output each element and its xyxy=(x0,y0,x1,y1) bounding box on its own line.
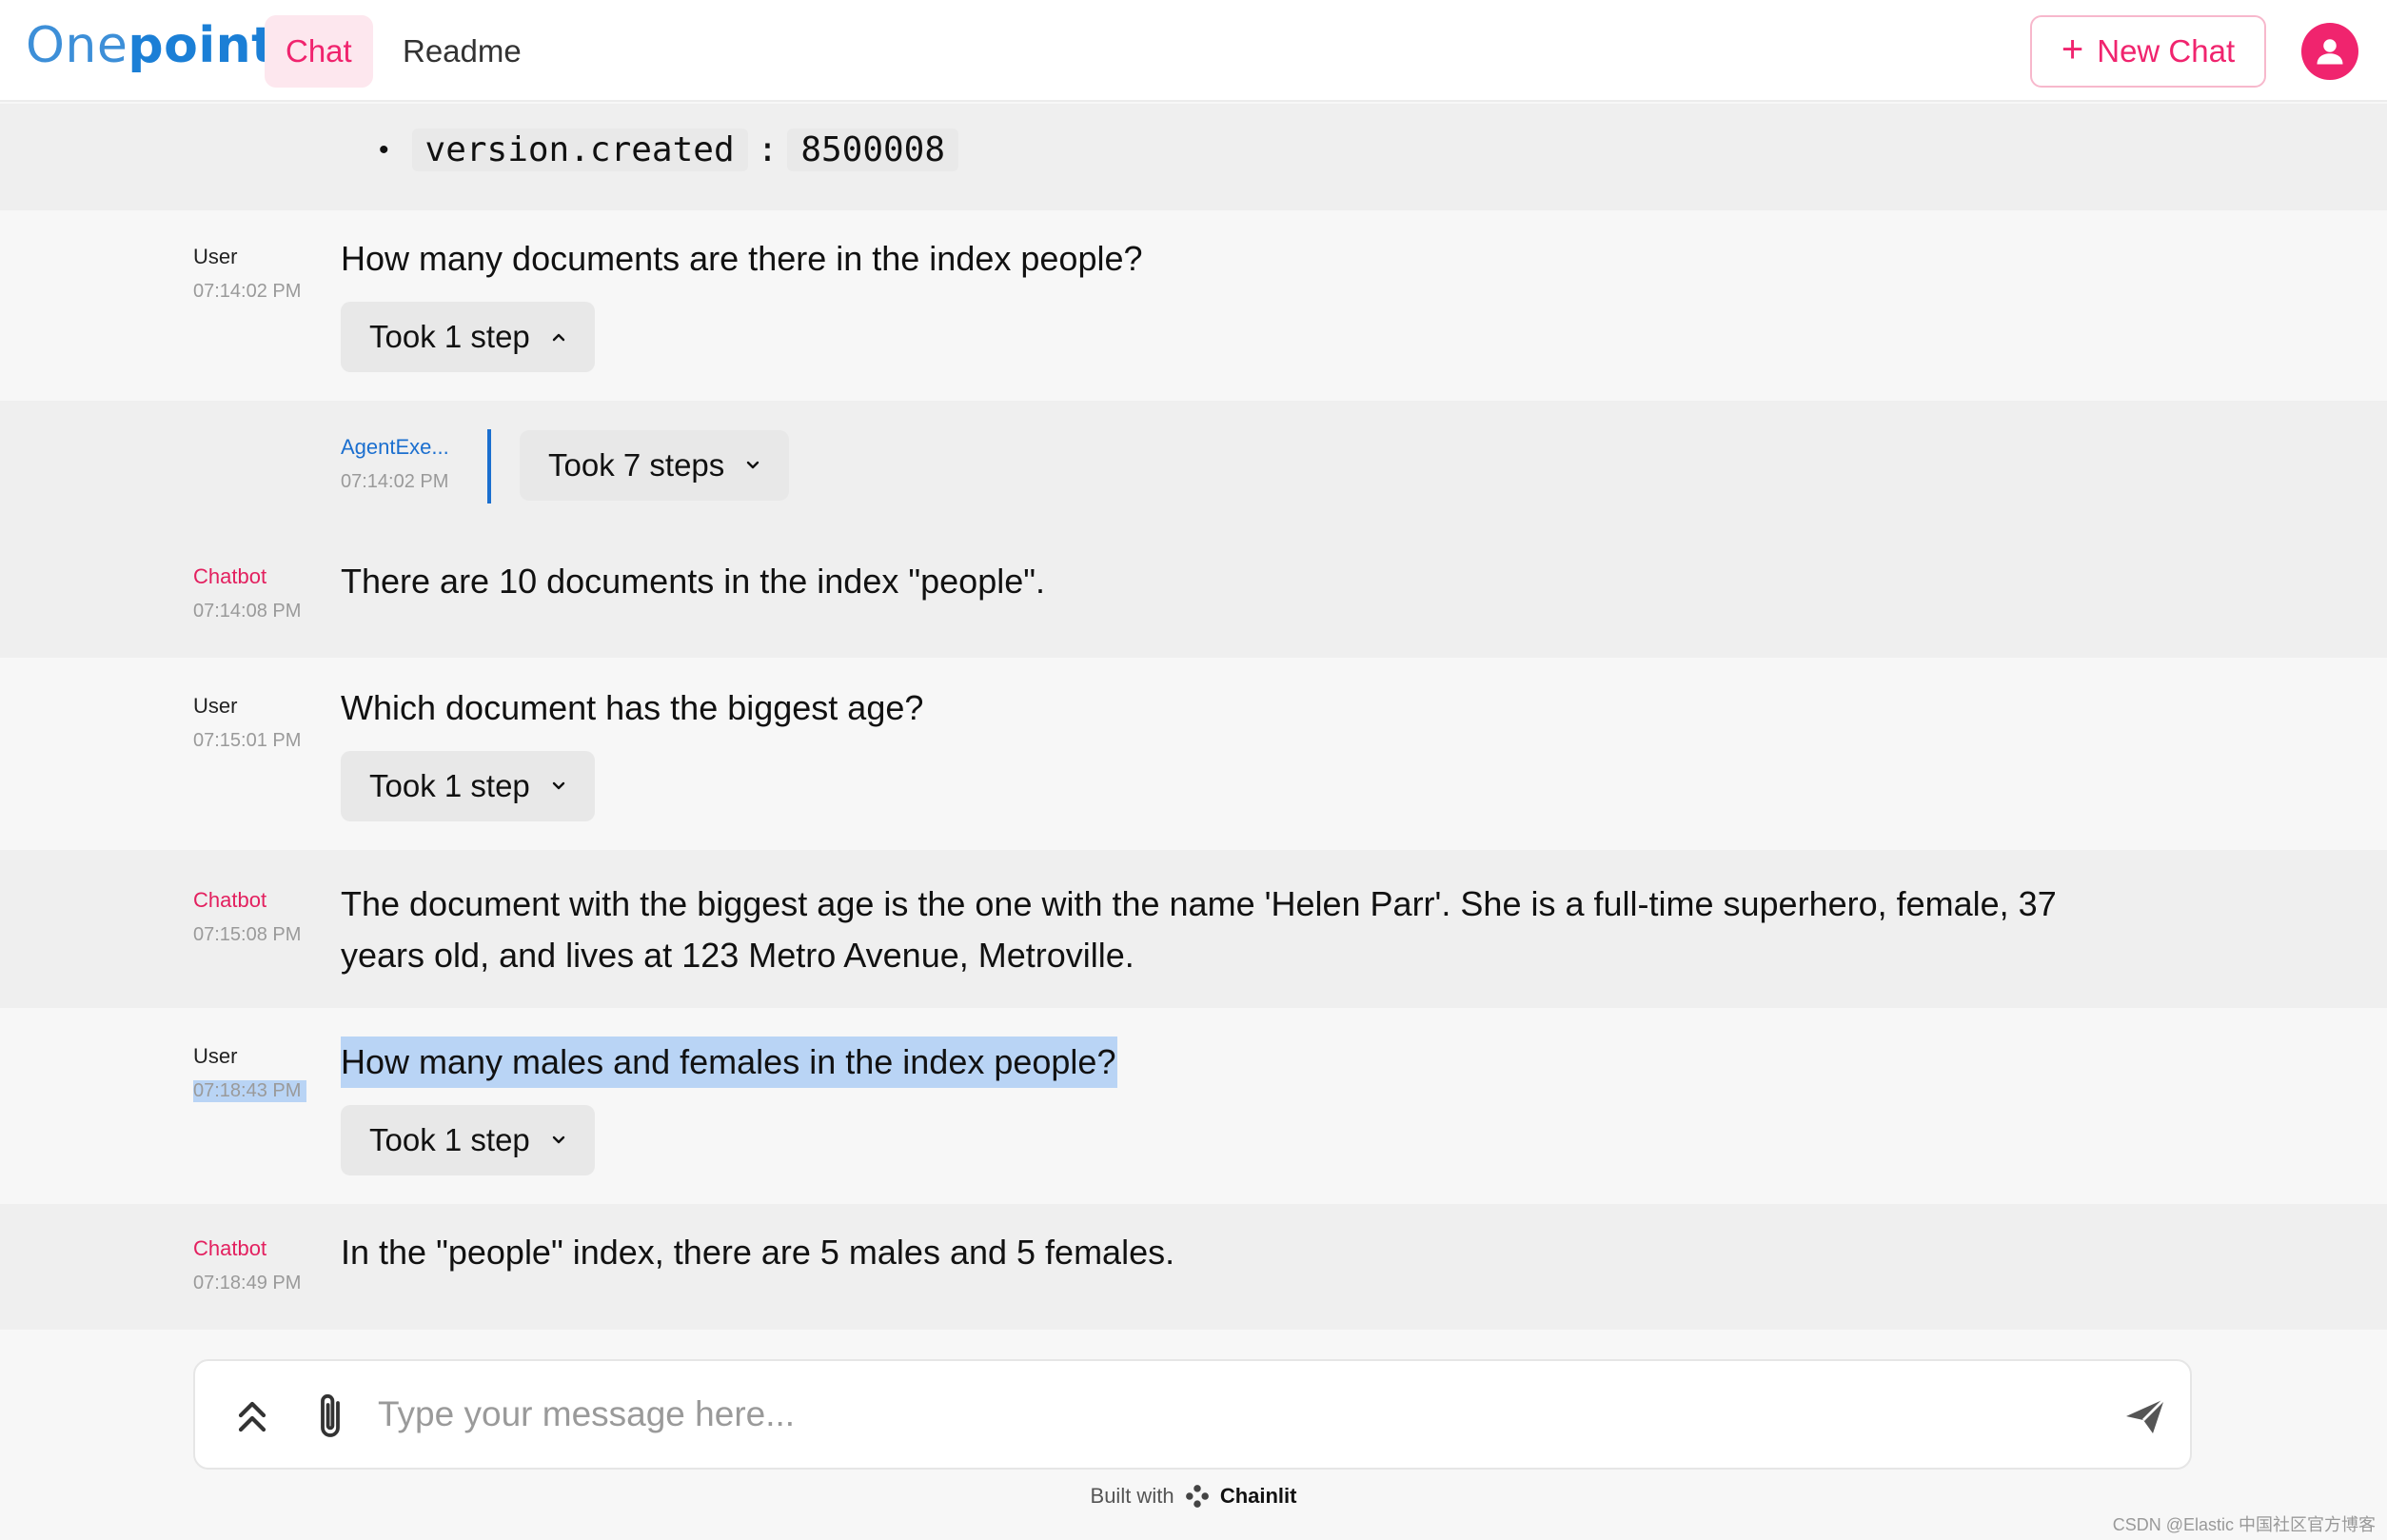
steps-label: Took 1 step xyxy=(369,1122,530,1157)
message-row: Chatbot 07:14:08 PM There are 10 documen… xyxy=(0,543,2387,658)
chainlit-logo-icon xyxy=(1185,1485,1209,1508)
chevron-down-icon xyxy=(747,461,760,469)
message-time: 07:15:08 PM xyxy=(193,924,302,945)
steps-label: Took 7 steps xyxy=(548,447,725,483)
built-with-label: Built with xyxy=(1090,1484,1174,1508)
step-time: 07:14:02 PM xyxy=(341,471,449,492)
previous-message-fragment: • version.created : 8500008 xyxy=(0,104,2387,210)
app-header: Onepoint Chat Readme + New Chat xyxy=(0,0,2387,102)
message-time: 07:14:08 PM xyxy=(193,601,302,622)
message-text: The document with the biggest age is the… xyxy=(341,879,2057,981)
tab-chat[interactable]: Chat xyxy=(265,15,373,88)
footer: Built with Chainlit xyxy=(0,1483,2387,1510)
message-input[interactable] xyxy=(378,1386,2015,1443)
code-key: version.created xyxy=(411,128,748,171)
step-divider xyxy=(487,429,491,503)
step-author: AgentExe... xyxy=(341,435,449,459)
message-author: User xyxy=(193,694,238,718)
steps-toggle-button[interactable]: Took 1 step xyxy=(341,1105,595,1175)
message-text: Which document has the biggest age? xyxy=(341,688,924,727)
message-row: User 07:18:43 PM How many males and fema… xyxy=(0,1008,2387,1204)
new-chat-button[interactable]: + New Chat xyxy=(2030,15,2266,88)
message-row: User 07:14:02 PM How many documents are … xyxy=(0,210,2387,401)
message-author: Chatbot xyxy=(193,1236,267,1260)
message-row: Chatbot 07:18:49 PM In the "people" inde… xyxy=(0,1204,2387,1330)
steps-label: Took 1 step xyxy=(369,319,530,354)
chevron-down-icon xyxy=(552,781,564,790)
message-author: Chatbot xyxy=(193,888,267,912)
message-author: User xyxy=(193,1044,238,1068)
attachment-icon[interactable] xyxy=(311,1390,349,1443)
send-icon[interactable] xyxy=(2122,1395,2168,1437)
message-author: User xyxy=(193,245,238,268)
message-text: There are 10 documents in the index "peo… xyxy=(341,562,1046,601)
message-row: User 07:15:01 PM Which document has the … xyxy=(0,660,2387,850)
new-chat-label: New Chat xyxy=(2097,33,2236,69)
message-text: How many males and females in the index … xyxy=(341,1037,1118,1088)
chevron-up-icon xyxy=(552,333,564,342)
message-text: In the "people" index, there are 5 males… xyxy=(341,1233,1175,1272)
message-time: 07:14:02 PM xyxy=(193,281,302,302)
steps-toggle-button[interactable]: Took 1 step xyxy=(341,751,595,821)
steps-toggle-button[interactable]: Took 7 steps xyxy=(520,430,790,501)
message-time: 07:18:49 PM xyxy=(193,1273,302,1293)
watermark-text: CSDN @Elastic 中国社区官方博客 xyxy=(2112,1515,2376,1534)
plus-icon: + xyxy=(2061,29,2084,70)
message-text: How many documents are there in the inde… xyxy=(341,239,1143,278)
code-separator: : xyxy=(757,130,779,169)
message-row-step: AgentExe... 07:14:02 PM Took 7 steps xyxy=(0,401,2387,543)
message-text-line: years old, and lives at 123 Metro Avenue… xyxy=(341,936,1134,975)
steps-label: Took 1 step xyxy=(369,768,530,803)
message-time: 07:18:43 PM xyxy=(193,1080,307,1102)
list-item: • version.created : 8500008 xyxy=(379,128,959,171)
steps-toggle-button[interactable]: Took 1 step xyxy=(341,302,595,372)
chevron-down-icon xyxy=(552,1135,564,1144)
onepoint-logo[interactable]: Onepoint xyxy=(26,17,276,74)
message-text-line: The document with the biggest age is the… xyxy=(341,884,2057,923)
user-avatar[interactable] xyxy=(2301,23,2358,80)
message-author: Chatbot xyxy=(193,564,267,588)
user-icon xyxy=(2317,39,2343,65)
message-composer xyxy=(193,1359,2192,1470)
chevrons-up-icon[interactable] xyxy=(235,1395,269,1435)
code-value: 8500008 xyxy=(787,128,959,171)
bullet: • xyxy=(379,133,389,166)
chainlit-brand-link[interactable]: Chainlit xyxy=(1220,1484,1297,1508)
tab-readme[interactable]: Readme xyxy=(382,15,542,88)
message-time: 07:15:01 PM xyxy=(193,730,302,751)
message-row: Chatbot 07:15:08 PM The document with th… xyxy=(0,850,2387,1008)
